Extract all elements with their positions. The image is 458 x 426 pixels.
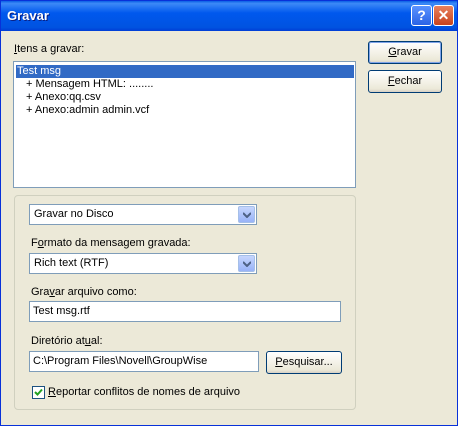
directory-input[interactable]: C:\Program Files\Novell\GroupWise — [29, 351, 259, 372]
filename-label: Gravar arquivo como: — [31, 286, 137, 298]
close-button[interactable]: Fechar — [368, 70, 442, 93]
chevron-down-icon[interactable] — [238, 206, 255, 223]
checkmark-icon — [34, 388, 43, 396]
format-select[interactable]: Rich text (RTF) — [29, 253, 257, 274]
format-value: Rich text (RTF) — [34, 257, 109, 269]
window-title: Gravar — [7, 8, 49, 23]
list-item[interactable]: + Anexo:qq.csv — [26, 91, 101, 104]
filename-input[interactable]: Test msg.rtf — [29, 301, 341, 322]
conflicts-checkbox[interactable] — [32, 386, 45, 399]
directory-value: C:\Program Files\Novell\GroupWise — [33, 355, 208, 367]
filename-value: Test msg.rtf — [33, 305, 90, 317]
save-button[interactable]: Gravar — [368, 41, 442, 64]
list-item[interactable]: Test msg — [16, 65, 354, 78]
conflicts-label[interactable]: Reportar conflitos de nomes de arquivo — [48, 386, 240, 398]
title-bar[interactable]: Gravar ? ✕ — [1, 1, 457, 31]
list-item[interactable]: + Anexo:admin admin.vcf — [26, 104, 149, 117]
directory-label: Diretório atual: — [31, 335, 103, 347]
format-label: Formato da mensagem gravada: — [31, 237, 191, 249]
save-dialog: Gravar ? ✕ Itens a gravar: Test msg + Me… — [0, 0, 458, 426]
help-icon: ? — [417, 7, 426, 23]
items-list[interactable]: Test msg + Mensagem HTML: ........ + Ane… — [13, 61, 356, 188]
destination-select[interactable]: Gravar no Disco — [29, 204, 257, 225]
destination-value: Gravar no Disco — [34, 208, 114, 220]
browse-button[interactable]: Pesquisar... — [266, 351, 342, 374]
list-item[interactable]: + Mensagem HTML: ........ — [26, 78, 153, 91]
help-button[interactable]: ? — [411, 5, 432, 26]
items-label: Itens a gravar: — [14, 43, 85, 55]
chevron-down-icon[interactable] — [238, 255, 255, 272]
close-icon: ✕ — [437, 7, 450, 23]
close-window-button[interactable]: ✕ — [433, 5, 454, 26]
